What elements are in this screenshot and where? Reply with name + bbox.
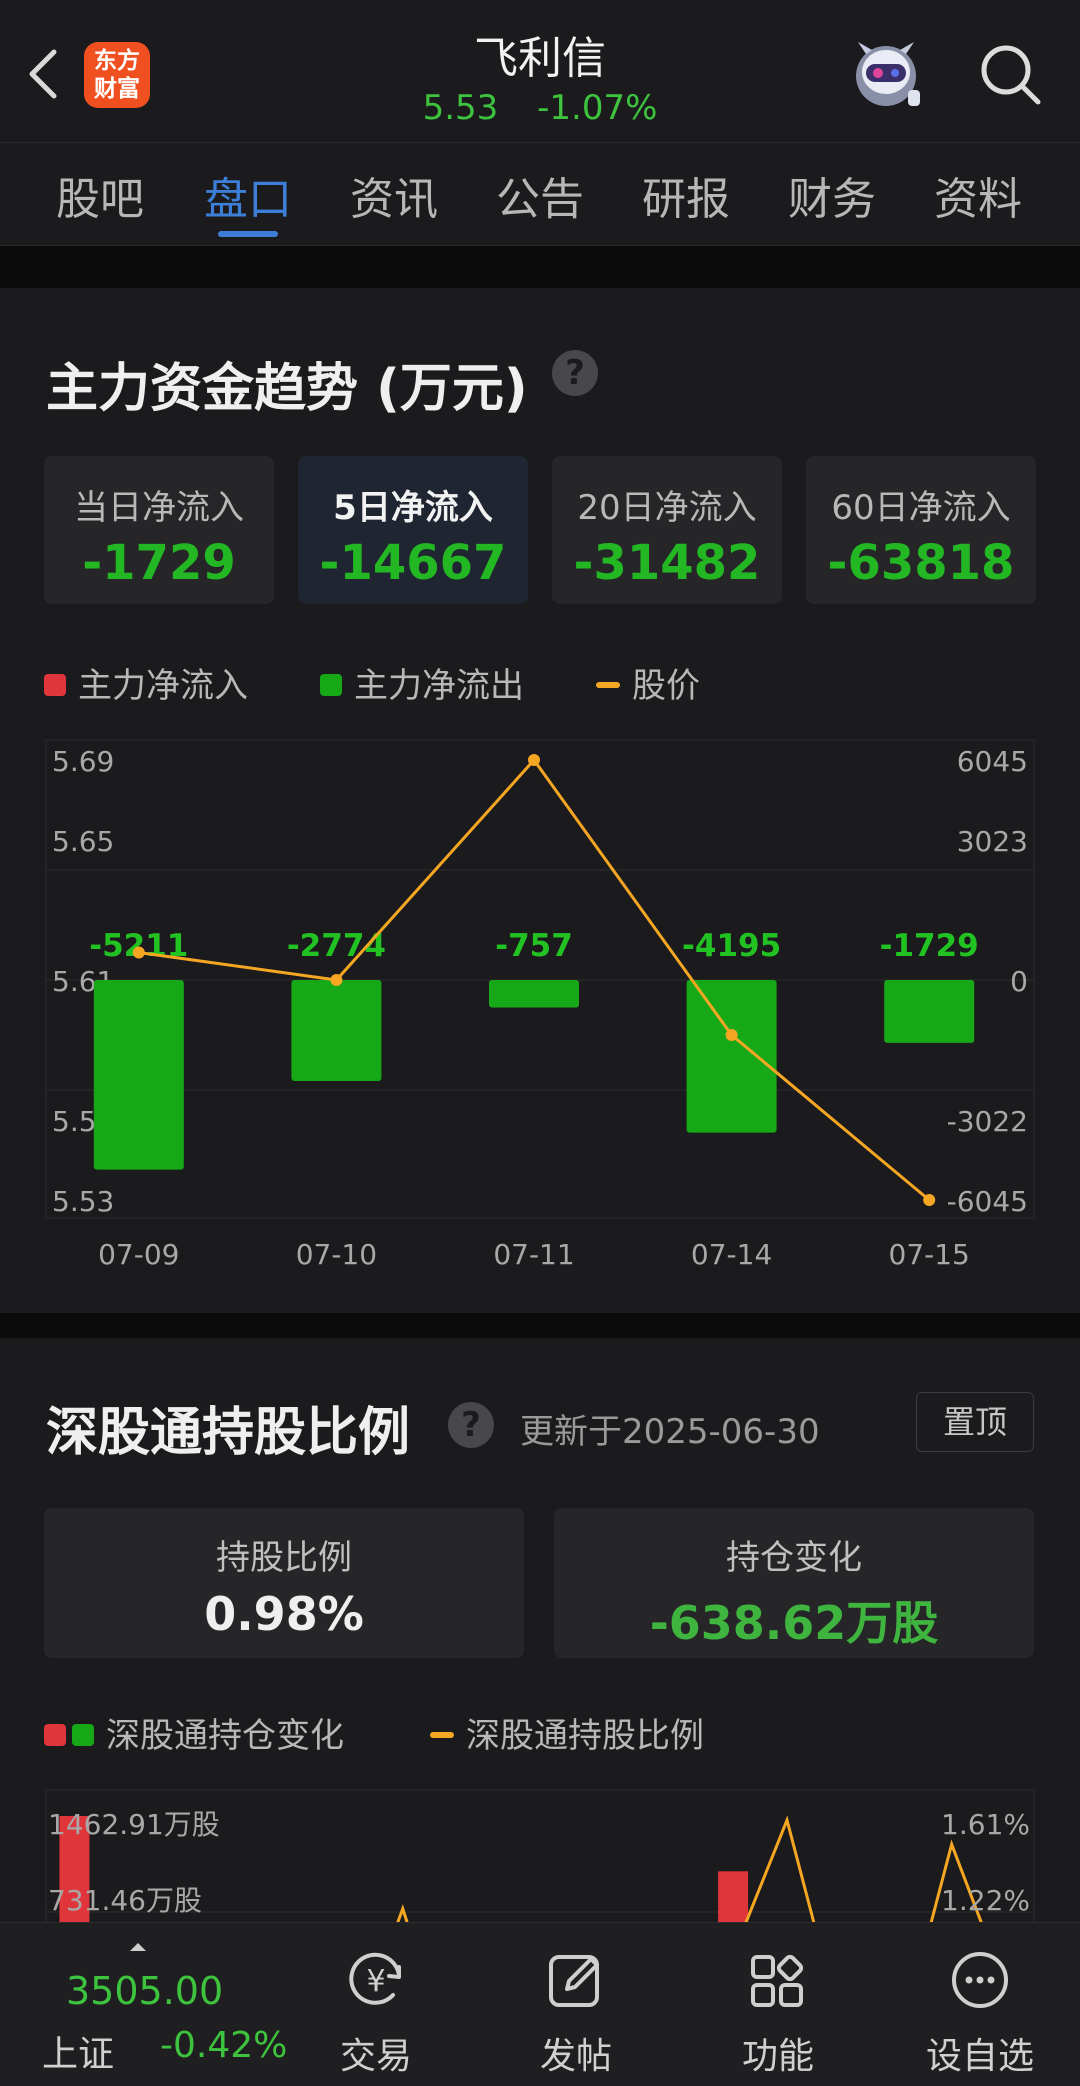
- robot-assistant-icon[interactable]: [846, 36, 926, 116]
- y-tick-left: 5.65: [52, 825, 114, 858]
- y-tick-left: 5.53: [52, 1185, 114, 1218]
- function-icon: [751, 1954, 804, 2007]
- bottom-nav: 3505.00 上证 -0.42% ¥ 交易 发帖 功能 设自选: [0, 1922, 1080, 2086]
- active-tab-indicator: [218, 231, 278, 237]
- tab-announcement[interactable]: 公告: [496, 163, 584, 227]
- price-point: [528, 754, 540, 766]
- more-icon: [952, 1952, 1008, 2008]
- stock-change: -1.07%: [537, 88, 658, 128]
- chart-frame: [45, 739, 1035, 1219]
- tab-research[interactable]: 研报: [642, 163, 730, 227]
- y-tick-right: -3022: [947, 1105, 1028, 1138]
- nav-add-watchlist[interactable]: 设自选: [910, 1935, 1050, 2077]
- nav-post[interactable]: 发帖: [506, 1935, 646, 2077]
- bar-07-15: [884, 980, 975, 1043]
- stock-price: 5.53: [422, 88, 499, 128]
- price-point: [923, 1194, 936, 1206]
- bar-value-label: -757: [495, 928, 573, 964]
- x-tick-label: 07-14: [691, 1238, 772, 1271]
- tab-finance[interactable]: 财务: [788, 163, 876, 227]
- y-tick-right: 1.61%: [941, 1808, 1030, 1841]
- search-icon[interactable]: [978, 42, 1044, 108]
- tab-bar: 股吧 盘口 资讯 公告 研报 财务 资料: [0, 142, 1080, 246]
- tab-pankou[interactable]: 盘口: [204, 163, 292, 227]
- post-icon: [549, 1955, 599, 2007]
- bar-07-14: [686, 980, 777, 1133]
- y-tick-left: 5.69: [52, 745, 114, 778]
- trade-icon: ¥: [349, 1952, 401, 2005]
- y-tick-right: 3023: [957, 825, 1028, 858]
- x-tick-label: 07-09: [98, 1238, 179, 1271]
- divider: [0, 264, 1080, 288]
- tab-profile[interactable]: 资料: [934, 163, 1022, 227]
- bar-value-label: -1729: [880, 928, 979, 964]
- x-tick-label: 07-10: [296, 1238, 377, 1271]
- y-tick-right: -6045: [947, 1185, 1028, 1218]
- expand-up-icon: [130, 1943, 146, 1951]
- top-header: 东方 财富 飞利信 5.53 -1.07%: [0, 0, 1080, 142]
- price-point: [132, 946, 145, 959]
- y-tick-left: 731.46万股: [48, 1884, 202, 1917]
- y-tick-right: 6045: [957, 745, 1028, 778]
- fund-flow-chart: 5.695.655.615.575.53604530230-3022-6045-…: [45, 739, 1035, 1271]
- x-tick-label: 07-11: [493, 1238, 574, 1271]
- svg-text:¥: ¥: [366, 1964, 385, 1999]
- y-tick-left: 1462.91万股: [48, 1808, 220, 1841]
- y-tick-right: 1.22%: [941, 1884, 1030, 1917]
- index-ticker[interactable]: 3505.00 上证 -0.42%: [38, 1941, 287, 2075]
- bar-value-label: -2774: [287, 928, 386, 964]
- tab-news[interactable]: 资讯: [350, 163, 438, 227]
- fund-trend-card: 主力资金趋势 (万元) ? 当日净流入 -1729 5日净流入 -14667 2…: [0, 288, 1080, 1313]
- bar-value-label: -4195: [682, 928, 781, 964]
- bar-07-09: [93, 980, 184, 1170]
- tab-guba[interactable]: 股吧: [56, 163, 144, 227]
- bar-07-10: [291, 980, 382, 1081]
- bar-07-11: [489, 980, 579, 1008]
- price-point: [330, 974, 343, 986]
- divider: [0, 1313, 1080, 1338]
- x-tick-label: 07-15: [889, 1238, 970, 1271]
- nav-function[interactable]: 功能: [708, 1935, 848, 2077]
- price-point: [725, 1029, 738, 1041]
- y-tick-right: 0: [1010, 965, 1028, 998]
- nav-trade[interactable]: ¥ 交易: [306, 1935, 446, 2077]
